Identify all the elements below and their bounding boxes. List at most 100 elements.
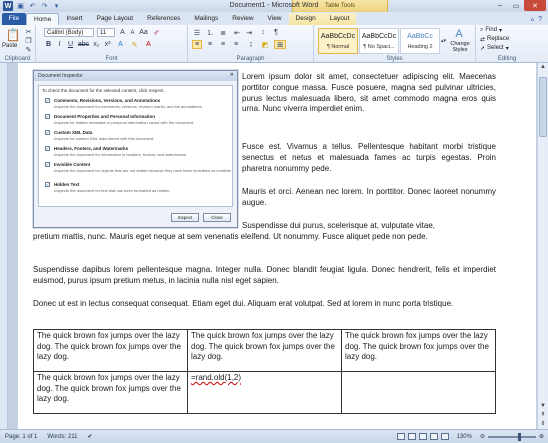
word-logo-icon[interactable]: W xyxy=(3,1,13,11)
clear-formatting-icon[interactable]: ✐ xyxy=(152,28,161,37)
zoom-in-icon[interactable]: ⊕ xyxy=(539,433,544,440)
page-count[interactable]: Page: 1 of 1 xyxy=(0,434,42,440)
format-painter-icon[interactable]: ✎ xyxy=(24,46,33,54)
next-page-icon[interactable]: ⇟ xyxy=(538,420,548,429)
strikethrough-icon[interactable]: abc xyxy=(78,40,89,49)
zoom-slider[interactable] xyxy=(487,432,536,441)
font-color-icon[interactable]: A xyxy=(144,40,153,49)
show-hide-marks-icon[interactable]: ¶ xyxy=(271,28,281,37)
document-page[interactable]: Document Inspector ✕ To check the docume… xyxy=(18,63,536,429)
tab-references[interactable]: References xyxy=(140,13,187,25)
formula-text[interactable]: =rand.old(1,2) xyxy=(191,373,241,382)
paragraph-5[interactable]: Suspendisse dapibus lorem pellentesque m… xyxy=(33,265,496,287)
highlight-icon[interactable]: ✎ xyxy=(130,40,139,49)
align-right-icon[interactable]: ≡ xyxy=(218,40,228,49)
proofing-icon[interactable]: ✔ xyxy=(83,433,98,440)
embedded-dialog-screenshot[interactable]: Document Inspector ✕ To check the docume… xyxy=(33,70,238,228)
zoom-level[interactable]: 130% xyxy=(452,434,477,440)
word-count[interactable]: Words: 211 xyxy=(42,434,82,440)
tab-layout[interactable]: Layout xyxy=(322,13,357,25)
increase-indent-icon[interactable]: ⇥ xyxy=(244,28,254,37)
line-spacing-icon[interactable]: ↨ xyxy=(246,40,256,49)
close-button[interactable]: ✕ xyxy=(524,0,546,11)
multilevel-list-icon[interactable]: ≣ xyxy=(218,28,228,37)
style-no-spacing[interactable]: AaBbCcDc ¶ No Spaci... xyxy=(359,28,399,54)
scroll-down-icon[interactable]: ▼ xyxy=(538,402,548,411)
change-case-icon[interactable]: Aa xyxy=(139,28,148,37)
paste-label[interactable]: Paste xyxy=(2,43,17,49)
underline-icon[interactable]: U xyxy=(66,40,75,49)
change-styles-icon[interactable]: A xyxy=(450,27,468,41)
decrease-indent-icon[interactable]: ⇤ xyxy=(232,28,242,37)
tab-insert[interactable]: Insert xyxy=(59,13,89,25)
paragraph-3[interactable]: Mauris et orci. Aenean nec lorem. In por… xyxy=(242,187,496,209)
paragraph-4-continued[interactable]: pretium mattis, nunc. Mauris eget neque … xyxy=(33,232,496,243)
save-icon[interactable]: ▣ xyxy=(16,2,25,11)
maximize-button[interactable]: ▭ xyxy=(508,0,524,11)
tab-mailings[interactable]: Mailings xyxy=(187,13,225,25)
help-icon[interactable]: ? xyxy=(538,16,542,23)
replace-button[interactable]: ⇄ Replace xyxy=(480,36,509,43)
zoom-slider-knob[interactable] xyxy=(517,432,521,441)
borders-icon[interactable]: ⊞ xyxy=(274,40,286,49)
print-layout-icon[interactable] xyxy=(396,433,405,440)
change-styles-label[interactable]: Change Styles xyxy=(446,41,474,53)
table-row: The quick brown fox jumps over the lazy … xyxy=(33,371,496,414)
superscript-icon[interactable]: x² xyxy=(103,40,112,49)
paragraph-4-first-line[interactable]: Suspendisse dui purus, scelerisque at, v… xyxy=(242,221,496,232)
previous-page-icon[interactable]: ⇞ xyxy=(538,411,548,420)
find-button[interactable]: ⌕ Find ▾ xyxy=(480,27,502,34)
zoom-out-icon[interactable]: ⊖ xyxy=(480,433,485,440)
tab-page-layout[interactable]: Page Layout xyxy=(90,13,141,25)
table-cell[interactable] xyxy=(341,371,496,414)
bullets-icon[interactable]: ☰ xyxy=(192,28,202,37)
paste-icon[interactable]: 📋 xyxy=(5,28,21,42)
scroll-thumb[interactable] xyxy=(539,77,547,137)
vertical-scrollbar[interactable]: ▲ ▼ ⇞ ⇟ xyxy=(537,63,548,429)
align-center-icon[interactable]: ≡ xyxy=(205,40,215,49)
undo-icon[interactable]: ↶ xyxy=(28,2,37,11)
outline-icon[interactable] xyxy=(429,433,438,440)
shading-icon[interactable]: ◩ xyxy=(260,40,270,49)
customize-qat-icon[interactable]: ▾ xyxy=(52,2,61,11)
font-name-combobox[interactable]: Calibri (Body) xyxy=(44,28,94,37)
tab-home[interactable]: Home xyxy=(26,13,60,25)
select-button[interactable]: ➚ Select ▾ xyxy=(480,45,509,52)
table-cell[interactable]: The quick brown fox jumps over the lazy … xyxy=(341,329,496,372)
tab-review[interactable]: Review xyxy=(225,13,260,25)
table-cell[interactable]: =rand.old(1,2) xyxy=(187,371,342,414)
tab-file[interactable]: File xyxy=(2,13,26,25)
style-heading-2[interactable]: AaBbCc Heading 2 xyxy=(400,28,440,54)
shrink-font-icon[interactable]: A xyxy=(128,28,137,37)
cut-icon[interactable]: ✂ xyxy=(24,28,33,36)
window-controls: – ▭ ✕ xyxy=(492,0,546,12)
paragraph-6[interactable]: Donec ut est in lectus consequat consequ… xyxy=(33,299,496,310)
tab-view[interactable]: View xyxy=(261,13,289,25)
document-table[interactable]: The quick brown fox jumps over the lazy … xyxy=(33,329,496,414)
table-cell[interactable]: The quick brown fox jumps over the lazy … xyxy=(33,371,188,414)
text-effects-icon[interactable]: A xyxy=(116,40,125,49)
sort-icon[interactable]: ↕ xyxy=(258,28,268,37)
numbering-icon[interactable]: ⒈ xyxy=(205,28,215,37)
paragraph-1[interactable]: Lorem ipsum dolor sit amet, consectetuer… xyxy=(242,72,496,115)
paragraph-2[interactable]: Fusce est. Vivamus a tellus. Pellentesqu… xyxy=(242,142,496,174)
tab-design[interactable]: Design xyxy=(288,13,323,25)
font-size-combobox[interactable]: 11 xyxy=(97,28,115,37)
subscript-icon[interactable]: x₂ xyxy=(92,40,101,49)
redo-icon[interactable]: ↷ xyxy=(40,2,49,11)
table-cell[interactable]: The quick brown fox jumps over the lazy … xyxy=(187,329,342,372)
bold-icon[interactable]: B xyxy=(44,40,53,49)
scroll-up-icon[interactable]: ▲ xyxy=(538,63,548,72)
web-layout-icon[interactable] xyxy=(418,433,427,440)
grow-font-icon[interactable]: A xyxy=(118,28,127,37)
italic-icon[interactable]: I xyxy=(55,40,64,49)
full-screen-reading-icon[interactable] xyxy=(407,433,416,440)
draft-icon[interactable] xyxy=(440,433,449,440)
align-left-icon[interactable]: ≡ xyxy=(192,40,202,49)
style-normal[interactable]: AaBbCcDc ¶ Normal xyxy=(318,28,358,54)
justify-icon[interactable]: ≡ xyxy=(231,40,241,49)
copy-icon[interactable]: ❐ xyxy=(24,37,33,45)
table-cell[interactable]: The quick brown fox jumps over the lazy … xyxy=(33,329,188,372)
minimize-button[interactable]: – xyxy=(492,0,508,11)
minimize-ribbon-icon[interactable]: ▵ xyxy=(531,15,535,23)
